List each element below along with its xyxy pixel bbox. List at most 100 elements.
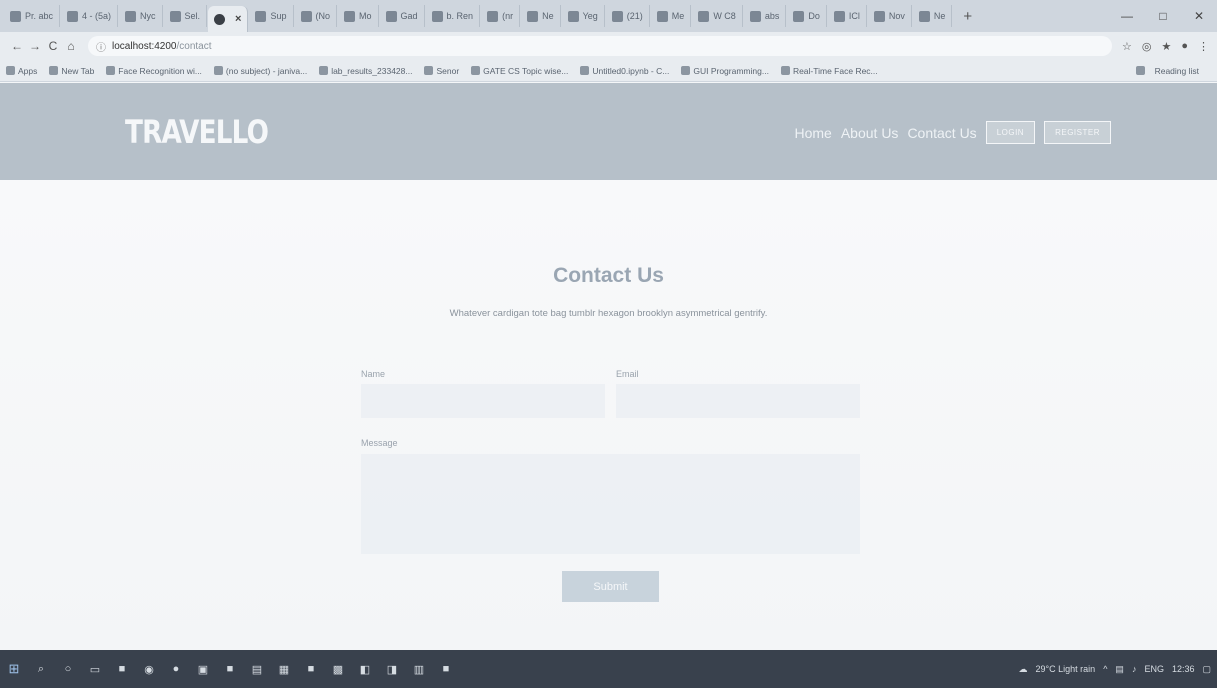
reading-list-button[interactable]: Reading list [1135,66,1199,76]
nav-link-home[interactable]: Home [794,125,831,141]
address-bar: ← → C ⌂ ⓘ localhost:4200/contact ☆ ◎ ★ ●… [0,32,1217,60]
login-button[interactable]: LOGIN [985,121,1036,144]
browser-tab[interactable]: Do [787,5,827,27]
taskbar-app-icon[interactable]: ▤ [249,663,265,676]
browser-tab[interactable]: Ne [913,5,953,27]
browser-tab[interactable]: abs [744,5,787,27]
tab-favicon-icon [873,10,885,22]
browser-tab[interactable]: b. Ren [426,5,481,27]
name-input[interactable] [361,384,605,418]
bookmark-label: Face Recognition wi... [118,65,202,76]
taskbar-app-icon[interactable]: ■ [438,663,454,675]
tab-label: b. Ren [446,11,474,21]
browser-tab[interactable]: Mo [338,5,379,27]
weather-icon[interactable]: ☁ [1019,664,1028,675]
browser-tab[interactable]: Sup [249,5,294,27]
submit-button[interactable]: Submit [562,571,659,602]
new-tab-button[interactable]: + [953,8,982,25]
bookmark-item[interactable]: New Tab [49,66,94,76]
browser-tab[interactable]: Yeg [562,5,605,27]
bookmark-item[interactable]: Real-Time Face Rec... [780,66,878,76]
minimize-button[interactable]: — [1109,9,1145,23]
message-label: Message [361,438,398,448]
tab-label: abs [764,11,780,21]
bookmark-label: Untitled0.ipynb - C... [592,65,670,76]
tray-chevron-icon[interactable]: ^ [1103,664,1107,674]
clock[interactable]: 12:36 [1172,664,1195,674]
taskbar-app-icon[interactable]: ■ [222,663,238,675]
task-view-icon[interactable]: ▭ [87,663,103,676]
register-button[interactable]: REGISTER [1044,121,1111,144]
system-tray: ☁ 29°C Light rain ^ ▤ ♪ ENG 12:36 ▢ [1019,664,1211,675]
os-taskbar: ⊞ ⌕ ○ ▭ ■ ◉ ● ▣ ■ ▤ ▦ ■ ▩ ◧ ◨ ▥ ■ ☁ 29°C… [0,650,1217,688]
home-button[interactable]: ⌂ [62,39,80,53]
browser-tab[interactable]: Me [651,5,692,27]
windows-start-icon[interactable]: ⊞ [6,661,22,677]
nav-link-about[interactable]: About Us [841,125,899,141]
email-input[interactable] [616,384,860,418]
bookmark-star-icon[interactable]: ☆ [1122,40,1132,53]
bookmark-item[interactable]: Face Recognition wi... [106,66,202,76]
browser-tab[interactable]: Sel. [164,5,208,27]
profile-icon[interactable]: ● [1181,40,1188,53]
cortana-icon[interactable]: ○ [60,663,76,675]
bookmark-item[interactable]: GUI Programming... [681,66,769,76]
forward-button[interactable]: → [26,39,44,53]
weather-text[interactable]: 29°C Light rain [1036,664,1096,674]
taskbar-app-icon[interactable]: ▣ [195,663,211,676]
tab-close-icon[interactable]: × [235,13,241,25]
browser-tab[interactable]: 4 - (5a) [61,5,119,27]
bookmark-item[interactable]: GATE CS Topic wise... [471,66,568,76]
taskbar-app-icon[interactable]: ◉ [141,663,157,676]
tab-favicon-icon [10,10,21,22]
nav-link-contact[interactable]: Contact Us [907,125,976,141]
bookmark-item[interactable]: Untitled0.ipynb - C... [580,66,669,76]
browser-tab[interactable]: (nr [481,5,521,27]
close-window-button[interactable]: ✕ [1181,9,1217,23]
bookmark-favicon-icon [106,66,116,75]
info-icon[interactable]: ⓘ [96,39,106,54]
notification-icon[interactable]: ▢ [1202,664,1211,675]
taskbar-app-icon[interactable]: ▥ [411,663,427,676]
maximize-button[interactable]: □ [1145,9,1181,23]
browser-tab[interactable]: × [208,6,249,32]
tab-favicon-icon [749,10,761,22]
tab-favicon-icon [793,10,805,22]
browser-tab[interactable]: W C8 [692,5,743,27]
taskbar-app-icon[interactable]: ● [168,663,184,675]
site-logo[interactable]: TRAVELLO [125,113,269,151]
taskbar-app-icon[interactable]: ◧ [357,663,373,676]
browser-tab[interactable]: Pr. abc [4,5,61,27]
bookmark-item[interactable]: (no subject) - janiva... [213,66,307,76]
browser-tab[interactable]: Gad [380,5,425,27]
search-icon[interactable]: ⌕ [33,663,49,676]
taskbar-app-icon[interactable]: ◨ [384,663,400,676]
pin-icon[interactable]: ★ [1161,40,1171,53]
url-input[interactable]: ⓘ localhost:4200/contact [88,36,1112,56]
browser-tab[interactable]: ICl [828,5,867,27]
back-button[interactable]: ← [8,39,26,53]
bookmark-favicon-icon [424,66,434,75]
browser-tab[interactable]: (No [295,5,338,27]
browser-tab[interactable]: Nov [868,5,912,27]
taskbar-app-icon[interactable]: ■ [303,663,319,675]
taskbar-app-icon[interactable]: ■ [114,663,130,675]
network-icon[interactable]: ▤ [1115,664,1124,675]
browser-tab[interactable]: (21) [606,5,650,27]
browser-tab[interactable]: Nyc [119,5,163,27]
taskbar-app-icon[interactable]: ▦ [276,663,292,676]
contact-section: Contact Us Whatever cardigan tote bag tu… [0,180,1217,650]
volume-icon[interactable]: ♪ [1132,664,1137,674]
bookmark-item[interactable]: Apps [6,66,37,76]
menu-icon[interactable]: ⋮ [1198,40,1209,53]
bookmark-item[interactable]: Senor [424,66,459,76]
message-textarea[interactable] [361,454,860,554]
browser-tab[interactable]: Ne [521,5,561,27]
bookmark-item[interactable]: lab_results_233428... [319,66,412,76]
reload-button[interactable]: C [44,39,62,53]
extension-icon[interactable]: ◎ [1142,40,1152,53]
language-indicator[interactable]: ENG [1144,664,1164,674]
tab-favicon-icon [487,10,499,22]
tab-favicon-icon [214,13,226,25]
taskbar-app-icon[interactable]: ▩ [330,663,346,676]
